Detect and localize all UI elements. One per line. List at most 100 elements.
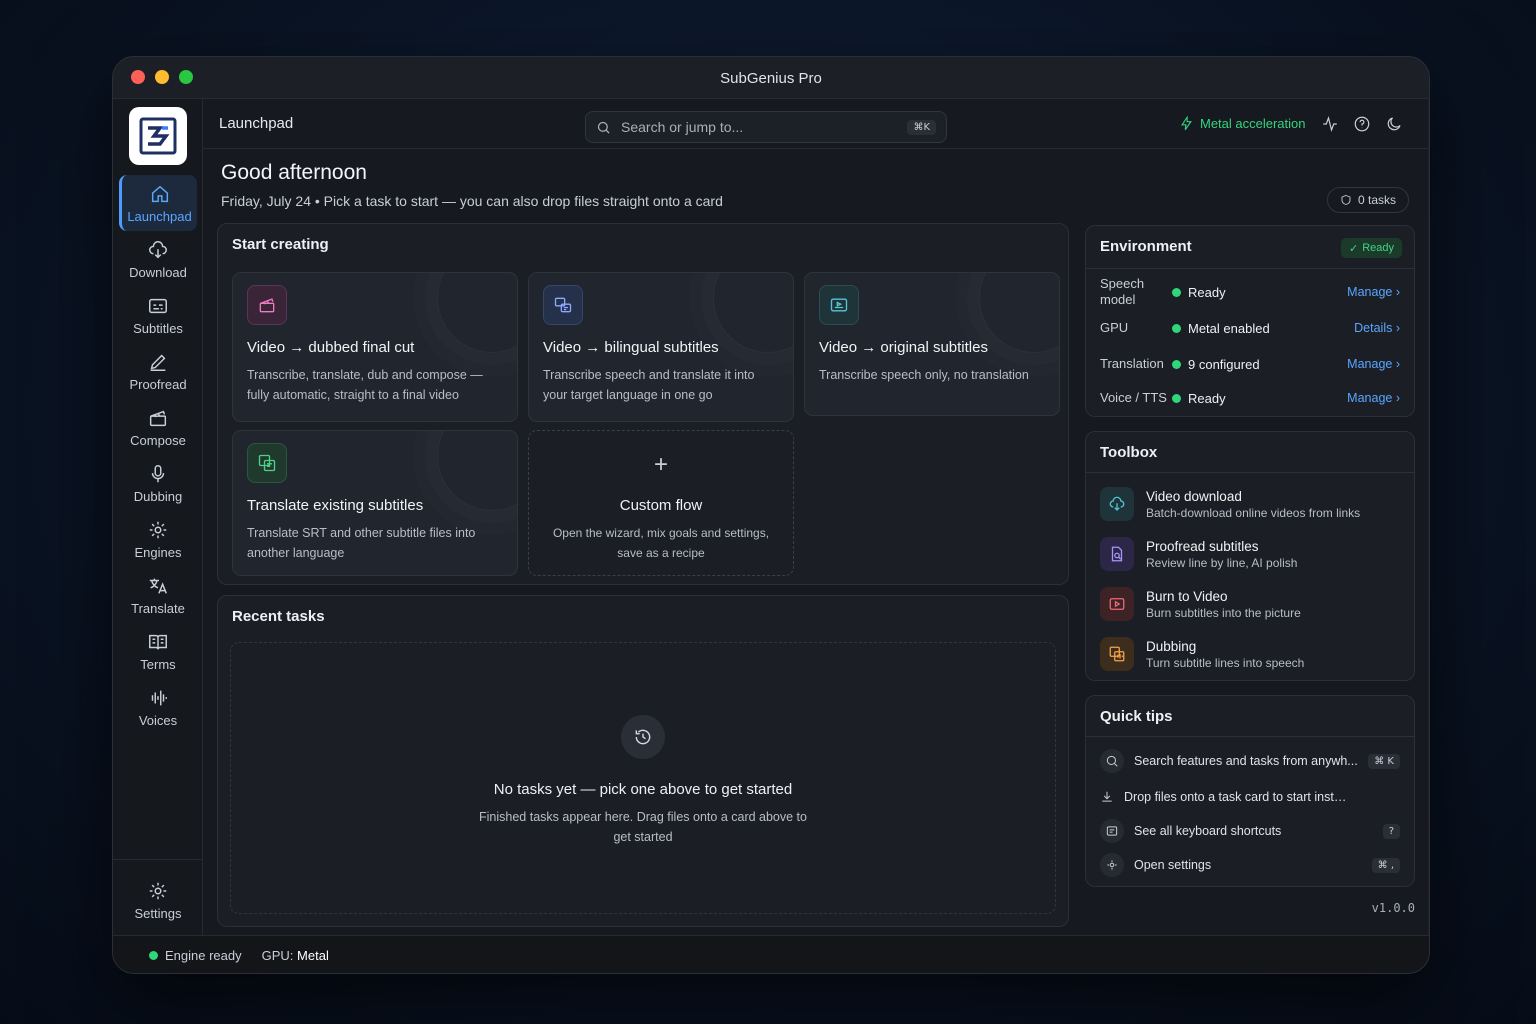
cloud-download-icon <box>1109 496 1125 511</box>
env-row-voice-tts: Voice / TTS Ready Manage › <box>1100 380 1400 416</box>
search-input[interactable]: Search or jump to... ⌘K <box>585 111 947 143</box>
drop-files-icon <box>1102 791 1112 802</box>
link-label: Details <box>1354 321 1393 335</box>
sidebar-item-terms[interactable]: Terms <box>113 623 203 679</box>
manage-translation-link[interactable]: Manage › <box>1347 357 1400 371</box>
clapperboard-icon <box>259 298 275 313</box>
tool-description: Turn subtitle lines into speech <box>1146 655 1305 670</box>
card-custom-flow[interactable]: + Custom flow Open the wizard, mix goals… <box>528 430 794 576</box>
manage-voice-link[interactable]: Manage › <box>1347 391 1400 405</box>
card-description: Open the wizard, mix goals and settings,… <box>552 526 770 560</box>
sidebar-item-launchpad[interactable]: Launchpad <box>119 175 197 231</box>
tasks-count-badge[interactable]: 0 tasks <box>1327 187 1410 213</box>
env-key: Translation <box>1100 356 1164 371</box>
sidebar-item-label: Settings <box>134 905 182 921</box>
tip-shortcut: ⌘ K <box>1368 753 1400 769</box>
card-dubbed-final-cut[interactable]: Video → dubbed final cut Transcribe, tra… <box>232 272 518 422</box>
tool-description: Burn subtitles into the picture <box>1146 605 1301 620</box>
env-key: Voice / TTS <box>1100 390 1167 405</box>
engine-status-text: Engine ready <box>165 948 242 963</box>
tip-keyboard-shortcuts[interactable]: See all keyboard shortcuts ? <box>1100 816 1400 846</box>
proofread-icon <box>1111 546 1123 562</box>
sidebar-item-subtitles[interactable]: Subtitles <box>113 287 203 343</box>
card-original-subtitles[interactable]: Video → original subtitles Transcribe sp… <box>804 272 1060 416</box>
history-glyph <box>635 729 651 745</box>
status-dot <box>1172 359 1181 369</box>
env-row-gpu: GPU Metal enabled Details › <box>1100 310 1400 346</box>
translate-icon <box>149 578 167 594</box>
card-icon <box>247 285 287 325</box>
moon-icon[interactable] <box>1385 115 1403 133</box>
tool-video-download[interactable]: Video download Batch-download online vide… <box>1100 482 1400 526</box>
pen-icon <box>150 354 166 371</box>
tip-icon <box>1100 819 1124 843</box>
card-description: Transcribe speech only, no translation <box>819 368 1029 382</box>
sidebar-item-label: Compose <box>130 432 186 448</box>
tool-dubbing[interactable]: Dubbing Turn subtitle lines into speech <box>1100 632 1400 676</box>
tip-shortcut: ? <box>1382 823 1400 839</box>
tool-title: Dubbing <box>1146 638 1197 654</box>
tip-open-settings[interactable]: Open settings ⌘ , <box>1100 850 1400 880</box>
metal-acceleration-indicator[interactable]: Metal acceleration <box>1179 116 1306 131</box>
status-dot <box>1172 393 1181 403</box>
tool-burn-to-video[interactable]: Burn to Video Burn subtitles into the pic… <box>1100 582 1400 626</box>
tool-icon <box>1100 487 1134 521</box>
tool-proofread-subtitles[interactable]: Proofread subtitles Review line by line, … <box>1100 532 1400 576</box>
greeting: Good afternoon <box>221 161 367 184</box>
help-icon[interactable] <box>1353 115 1371 133</box>
app-logo[interactable] <box>129 107 187 165</box>
sidebar-item-voices[interactable]: Voices <box>113 679 203 735</box>
env-value: 9 configured <box>1188 356 1260 372</box>
gpu-value: Metal <box>297 948 329 963</box>
tool-icon <box>1100 637 1134 671</box>
search-placeholder: Search or jump to... <box>621 119 744 135</box>
tip-drop-files[interactable]: Drop files onto a task card to start ins… <box>1100 782 1400 812</box>
window-title: SubGenius Pro <box>720 70 822 87</box>
card-decoration <box>437 273 517 353</box>
sidebar-item-translate[interactable]: Translate <box>113 567 203 623</box>
card-bilingual-subtitles[interactable]: Video → bilingual subtitles Transcribe s… <box>528 272 794 422</box>
card-decoration <box>979 273 1059 353</box>
status-dot <box>1172 287 1181 297</box>
gpu-label: GPU: <box>261 948 294 963</box>
engine-status[interactable]: Engine ready <box>149 948 242 963</box>
gpu-details-link[interactable]: Details › <box>1354 321 1400 335</box>
sidebar-item-label: Dubbing <box>133 488 183 504</box>
sidebar-item-label: Engines <box>134 544 182 560</box>
card-description: Transcribe, translate, dub and compose —… <box>247 368 483 402</box>
dubbing-icon <box>1109 646 1125 662</box>
sidebar-item-engines[interactable]: Engines <box>113 511 203 567</box>
sidebar-item-download[interactable]: Download <box>113 231 203 287</box>
sidebar-item-settings[interactable]: Settings <box>113 872 203 928</box>
env-row-translation: Translation 9 configured Manage › <box>1100 346 1400 382</box>
dual-subtitles-icon <box>554 297 572 313</box>
tip-text: See all keyboard shortcuts <box>1134 824 1282 838</box>
tip-search[interactable]: Search features and tasks from anywh... … <box>1100 746 1400 776</box>
activity-icon[interactable] <box>1321 115 1339 133</box>
tool-title: Video download <box>1146 488 1242 504</box>
divider <box>1086 472 1414 473</box>
version-label: v1.0.0 <box>1371 901 1415 915</box>
sidebar-item-dubbing[interactable]: Dubbing <box>113 455 203 511</box>
link-label: Manage <box>1347 357 1393 371</box>
history-icon <box>621 715 665 759</box>
status-bar: Engine ready GPU: Metal <box>113 935 1429 973</box>
empty-title: No tasks yet — pick one above to get sta… <box>493 781 793 798</box>
search-icon <box>1106 755 1118 767</box>
cloud-download-icon <box>149 240 167 258</box>
lightning-icon <box>1181 116 1192 131</box>
manage-speech-model-link[interactable]: Manage › <box>1347 285 1400 299</box>
microphone-icon <box>151 464 165 482</box>
play-screen-icon <box>1109 598 1125 610</box>
tip-text: Drop files onto a task card to start ins… <box>1124 790 1352 804</box>
subtitles-icon <box>149 298 167 313</box>
tool-description: Batch-download online videos from links <box>1146 505 1361 520</box>
status-text: Ready <box>1362 242 1394 254</box>
divider <box>1086 736 1414 737</box>
env-value-wrap: Ready <box>1172 391 1347 406</box>
sidebar-item-compose[interactable]: Compose <box>113 399 203 455</box>
card-translate-subtitles[interactable]: Translate existing subtitles Translate S… <box>232 430 518 576</box>
tool-title: Burn to Video <box>1146 588 1228 604</box>
sidebar-item-proofread[interactable]: Proofread <box>113 343 203 399</box>
translate-files-icon <box>258 454 276 472</box>
